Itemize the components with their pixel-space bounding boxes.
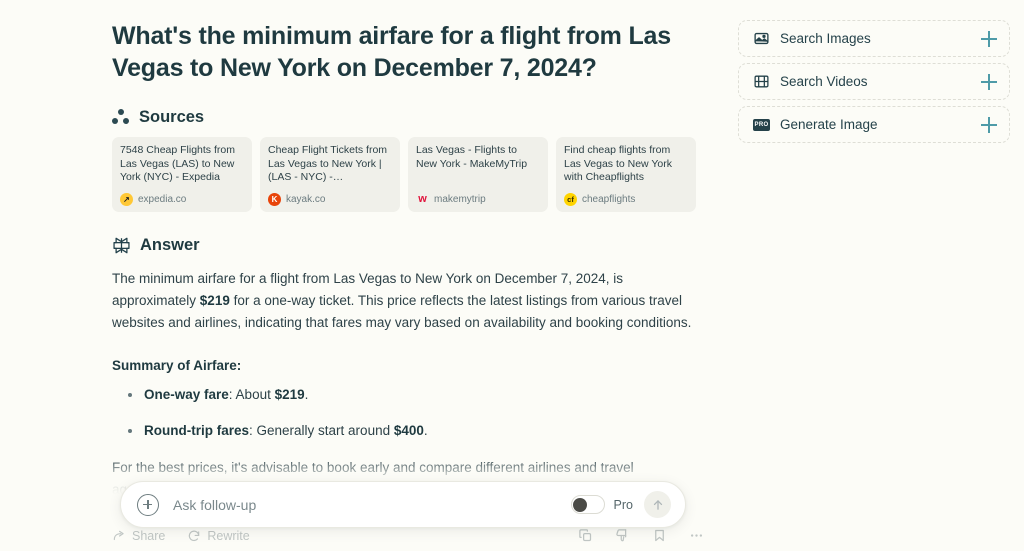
- rail-item-generate-image[interactable]: PRO Generate Image: [738, 106, 1010, 143]
- fare-suffix: .: [304, 387, 309, 402]
- share-icon: [113, 530, 124, 540]
- bookmark-icon[interactable]: [652, 528, 667, 543]
- perplexity-answer-page: What's the minimum airfare for a flight …: [0, 0, 1024, 551]
- fare-text: : Generally start around: [249, 423, 394, 438]
- add-generate-image-button[interactable]: [981, 116, 997, 133]
- main-content-column: What's the minimum airfare for a flight …: [112, 0, 702, 551]
- rail-item-search-videos[interactable]: Search Videos: [738, 63, 1010, 100]
- answer-action-bar: Share Rewrite: [112, 528, 704, 543]
- page-title: What's the minimum airfare for a flight …: [112, 22, 671, 82]
- source-footer: ↗ expedia.co: [120, 193, 244, 206]
- submit-button[interactable]: [644, 491, 671, 518]
- add-search-videos-button[interactable]: [981, 73, 997, 90]
- rail-item-search-images[interactable]: Search Images: [738, 20, 1010, 57]
- share-label: Share: [132, 528, 166, 543]
- source-card[interactable]: 7548 Cheap Flights from Las Vegas (LAS) …: [112, 137, 252, 212]
- source-domain: cheapflights: [582, 194, 636, 205]
- fare-text: : About: [228, 387, 275, 402]
- fare-label: Round-trip fares: [144, 423, 250, 438]
- source-title: Find cheap flights from Las Vegas to New…: [564, 144, 672, 183]
- pro-badge-icon: PRO: [753, 118, 770, 131]
- share-button[interactable]: Share: [112, 529, 165, 543]
- answer-paragraph: The minimum airfare for a flight from La…: [112, 268, 694, 334]
- answer-heading: Answer: [140, 236, 200, 254]
- more-options-icon[interactable]: [689, 528, 704, 543]
- source-domain: makemytrip: [434, 194, 486, 205]
- perplexity-logo-icon: [113, 237, 130, 254]
- image-icon: [754, 32, 769, 45]
- cheapflights-favicon-icon: cf: [564, 193, 577, 206]
- right-rail: Search Images Search Videos PRO Generate…: [738, 20, 1010, 149]
- copy-icon[interactable]: [578, 528, 593, 543]
- source-domain: expedia.co: [138, 194, 187, 205]
- list-item: One-way fare: About $219.: [112, 385, 702, 405]
- sources-dots-icon: [112, 108, 130, 127]
- pro-toggle-knob: [573, 497, 588, 512]
- video-icon: [754, 75, 769, 88]
- sources-list: 7548 Cheap Flights from Las Vegas (LAS) …: [112, 137, 702, 212]
- rail-item-label: Generate Image: [780, 117, 878, 132]
- rail-item-label: Search Videos: [780, 74, 868, 89]
- fare-label: One-way fare: [144, 387, 229, 402]
- source-domain: kayak.co: [286, 194, 326, 205]
- source-footer: ᴡ makemytrip: [416, 193, 540, 206]
- plus-circle-icon[interactable]: [137, 493, 159, 516]
- source-title: 7548 Cheap Flights from Las Vegas (LAS) …: [120, 144, 235, 183]
- rail-item-label: Search Images: [780, 31, 871, 46]
- answer-section-header: Answer: [112, 236, 702, 255]
- fare-value: $400: [393, 423, 424, 438]
- arrow-up-icon: [653, 499, 662, 510]
- fare-suffix: .: [423, 423, 428, 438]
- fare-value: $219: [274, 387, 305, 402]
- rewrite-button[interactable]: Rewrite: [187, 528, 250, 543]
- answer-price-highlight: $219: [199, 293, 230, 308]
- source-title: Cheap Flight Tickets from Las Vegas to N…: [268, 144, 388, 183]
- action-bar-icons: [578, 528, 704, 543]
- follow-up-input[interactable]: [173, 496, 571, 513]
- add-search-images-button[interactable]: [981, 30, 997, 47]
- thumbs-down-icon[interactable]: [615, 528, 630, 543]
- sources-section-header: Sources: [112, 108, 702, 127]
- makemytrip-favicon-icon: ᴡ: [418, 193, 427, 205]
- sources-heading: Sources: [139, 108, 205, 126]
- list-item: Round-trip fares: Generally start around…: [112, 421, 702, 441]
- kayak-favicon-icon: K: [268, 193, 281, 206]
- follow-up-composer: Pro: [120, 481, 686, 528]
- source-card[interactable]: Cheap Flight Tickets from Las Vegas to N…: [260, 137, 400, 212]
- pro-toggle[interactable]: [570, 495, 605, 514]
- source-card[interactable]: Las Vegas - Flights to New York - MakeMy…: [408, 137, 548, 212]
- source-footer: K kayak.co: [268, 193, 392, 206]
- source-card[interactable]: Find cheap flights from Las Vegas to New…: [556, 137, 696, 212]
- fares-list: One-way fare: About $219. Round-trip far…: [112, 385, 702, 441]
- expedia-favicon-icon: ↗: [120, 193, 133, 206]
- summary-heading: Summary of Airfare:: [112, 358, 242, 373]
- rewrite-icon: [189, 530, 200, 541]
- pro-label: Pro: [613, 497, 633, 512]
- rewrite-label: Rewrite: [207, 528, 250, 543]
- source-title: Las Vegas - Flights to New York - MakeMy…: [416, 144, 528, 170]
- source-footer: cf cheapflights: [564, 193, 688, 206]
